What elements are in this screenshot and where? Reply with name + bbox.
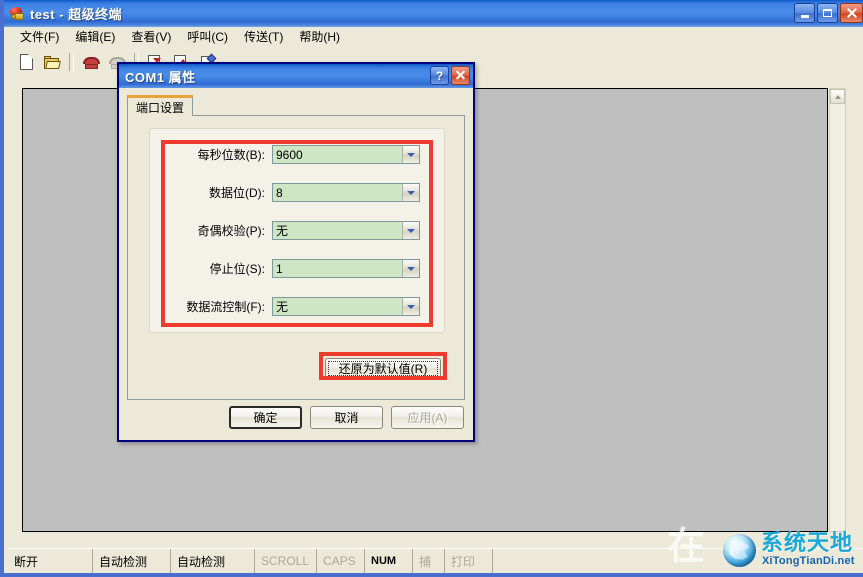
field-row-data-bits: 数据位(D): 8	[128, 183, 424, 202]
new-connection-icon	[19, 54, 33, 70]
field-row-stop-bits: 停止位(S): 1	[128, 259, 424, 278]
status-scroll: SCROLL	[254, 549, 316, 573]
main-window: test - 超级终端 文件(F) 编辑(E) 查看(V) 呼叫(C) 传送(T…	[0, 0, 863, 577]
window-title: test - 超级终端	[30, 7, 123, 22]
minimize-button[interactable]	[794, 3, 815, 23]
menubar: 文件(F) 编辑(E) 查看(V) 呼叫(C) 传送(T) 帮助(H)	[8, 27, 863, 48]
combo-stop-bits[interactable]: 1	[272, 259, 420, 278]
dialog-titlebar[interactable]: COM1 属性 ?	[119, 64, 473, 88]
label-flow-control: 数据流控制(F):	[186, 300, 265, 314]
label-bits-per-second: 每秒位数(B):	[197, 148, 265, 162]
value-parity: 无	[276, 224, 289, 238]
menu-transfer[interactable]: 传送(T)	[236, 28, 291, 47]
scroll-up-arrow-icon[interactable]	[830, 89, 845, 104]
status-filler	[492, 549, 863, 573]
ok-button[interactable]: 确定	[229, 406, 302, 429]
combo-data-bits[interactable]: 8	[272, 183, 420, 202]
field-row-flow-control: 数据流控制(F): 无	[128, 297, 424, 316]
dialog-body: 端口设置 每秒位数(B): 9600 数据位(D): 8 奇偶校验(P): 无 …	[119, 88, 473, 440]
menu-edit[interactable]: 编辑(E)	[67, 28, 123, 47]
status-autodetect-speed: 自动检测	[92, 549, 170, 573]
statusbar: 断开 自动检测 自动检测 SCROLL CAPS NUM 捕 打印	[8, 548, 863, 573]
restore-defaults-button[interactable]: 还原为默认值(R)	[325, 358, 441, 379]
label-parity: 奇偶校验(P):	[197, 224, 265, 238]
status-num: NUM	[364, 549, 412, 573]
combo-flow-control[interactable]: 无	[272, 297, 420, 316]
dialog-footer: 确定 取消 应用(A)	[119, 406, 473, 440]
dialog-title: COM1 属性	[125, 69, 196, 85]
value-stop-bits: 1	[276, 261, 283, 276]
menu-help[interactable]: 帮助(H)	[291, 28, 348, 47]
chevron-down-icon[interactable]	[402, 298, 419, 315]
status-caps: CAPS	[316, 549, 364, 573]
combo-bits-per-second[interactable]: 9600	[272, 145, 420, 164]
new-connection-button[interactable]	[14, 51, 38, 74]
menu-view[interactable]: 查看(V)	[123, 28, 179, 47]
menu-file[interactable]: 文件(F)	[12, 28, 67, 47]
label-stop-bits: 停止位(S):	[209, 262, 265, 276]
window-controls	[794, 3, 863, 23]
terminal-scrollbar[interactable]	[829, 88, 846, 532]
dialog-close-button[interactable]	[451, 66, 470, 85]
open-connection-icon	[44, 55, 61, 69]
value-flow-control: 无	[276, 300, 289, 314]
tab-panel-port-settings: 每秒位数(B): 9600 数据位(D): 8 奇偶校验(P): 无 停止位(S…	[127, 115, 465, 400]
status-autodetect-protocol: 自动检测	[170, 549, 254, 573]
menu-call[interactable]: 呼叫(C)	[179, 28, 236, 47]
window-titlebar[interactable]: test - 超级终端	[4, 0, 863, 27]
close-button[interactable]	[840, 3, 863, 23]
status-capture: 捕	[412, 549, 444, 573]
chevron-down-icon[interactable]	[402, 184, 419, 201]
label-data-bits: 数据位(D):	[209, 186, 265, 200]
modem-phone-icon	[9, 5, 26, 22]
maximize-button[interactable]	[817, 3, 838, 23]
chevron-down-icon[interactable]	[402, 146, 419, 163]
dialog-controls: ?	[430, 66, 470, 85]
tab-port-settings[interactable]: 端口设置	[127, 95, 194, 116]
value-data-bits: 8	[276, 185, 283, 200]
open-connection-button[interactable]	[40, 51, 64, 74]
value-bits-per-second: 9600	[276, 147, 303, 162]
chevron-down-icon[interactable]	[402, 260, 419, 277]
status-print: 打印	[444, 549, 492, 573]
help-button[interactable]: ?	[430, 66, 449, 85]
chevron-down-icon[interactable]	[402, 222, 419, 239]
apply-button: 应用(A)	[391, 406, 464, 429]
dialog-tabstrip: 端口设置	[127, 94, 194, 116]
call-button[interactable]	[79, 51, 103, 74]
cancel-button[interactable]: 取消	[310, 406, 383, 429]
toolbar-separator	[69, 53, 74, 71]
field-row-parity: 奇偶校验(P): 无	[128, 221, 424, 240]
field-row-bits-per-second: 每秒位数(B): 9600	[128, 145, 424, 164]
com-properties-dialog: COM1 属性 ? 端口设置 每秒位数(B): 9600 数据位(D): 8 奇…	[117, 62, 475, 442]
call-icon	[82, 56, 100, 69]
combo-parity[interactable]: 无	[272, 221, 420, 240]
app-root: test - 超级终端 文件(F) 编辑(E) 查看(V) 呼叫(C) 传送(T…	[0, 0, 863, 577]
status-connection: 断开	[14, 554, 39, 569]
